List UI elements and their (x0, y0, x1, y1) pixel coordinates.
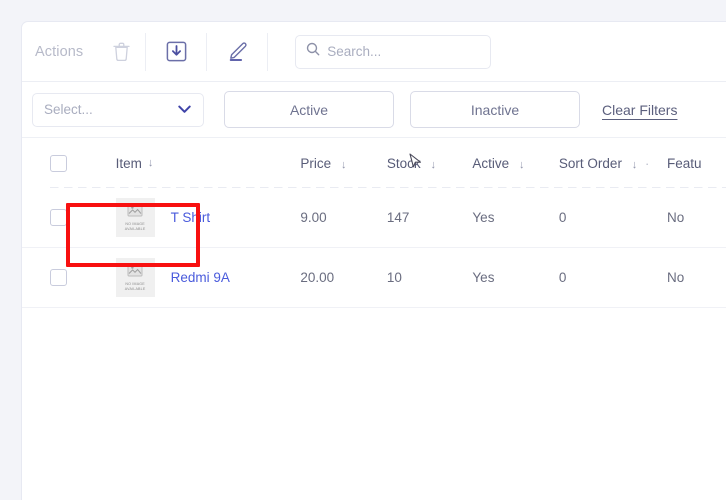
column-header-price[interactable]: Price ↓ (300, 156, 387, 171)
column-label: Price (300, 155, 332, 171)
row-price: 20.00 (300, 270, 335, 285)
row-stock: 10 (386, 270, 402, 285)
thumbnail-placeholder-text: NO IMAGE AVAILABLE (124, 282, 146, 291)
row-checkbox[interactable] (50, 209, 67, 226)
products-card: Actions Search... Select... Active Inact… (22, 22, 726, 500)
download-box-icon (166, 41, 187, 62)
column-header-item[interactable]: Item ↓ (72, 156, 301, 171)
pencil-icon (226, 41, 248, 62)
row-checkbox[interactable] (50, 269, 67, 286)
column-separator-dot: · (644, 155, 650, 171)
clear-filters-link[interactable]: Clear Filters (602, 102, 677, 118)
product-name-link[interactable]: Redmi 9A (171, 270, 230, 285)
actions-label: Actions (35, 43, 84, 60)
products-table: Item ↓ Price ↓ Stock ↓ Active ↓ Sort Ord… (22, 138, 726, 308)
search-container (268, 34, 505, 69)
table-row[interactable]: NO IMAGE AVAILABLE Redmi 9A 20.00 10 Yes… (22, 248, 726, 308)
column-header-sort-order[interactable]: Sort Order ↓ · (559, 156, 667, 171)
sort-arrow-icon: ↓ (147, 157, 154, 169)
column-header-active[interactable]: Active ↓ (472, 156, 559, 171)
category-select[interactable]: Select... (32, 92, 204, 127)
row-price: 9.00 (300, 210, 327, 225)
filter-bar: Select... Active Inactive Clear Filters (22, 82, 726, 138)
row-active: Yes (472, 270, 495, 285)
broken-image-icon (127, 263, 143, 280)
product-thumbnail: NO IMAGE AVAILABLE (115, 198, 155, 237)
broken-image-icon (127, 203, 143, 220)
row-select-cell (22, 269, 72, 286)
table-header-row: Item ↓ Price ↓ Stock ↓ Active ↓ Sort Ord… (22, 138, 726, 188)
sort-arrow-icon: ↓ (631, 158, 638, 171)
mouse-pointer-icon (409, 153, 423, 177)
row-active: Yes (472, 210, 495, 225)
sort-arrow-icon: ↓ (518, 158, 525, 171)
thumbnail-placeholder-text: NO IMAGE AVAILABLE (124, 222, 146, 231)
filter-active-button[interactable]: Active (224, 91, 394, 128)
product-thumbnail: NO IMAGE AVAILABLE (115, 258, 155, 297)
row-featured: No (667, 210, 685, 225)
row-item-cell: NO IMAGE AVAILABLE Redmi 9A (72, 258, 301, 297)
search-icon (306, 42, 320, 61)
column-label: Sort Order (558, 155, 622, 171)
column-header-stock[interactable]: Stock ↓ (387, 156, 473, 171)
search-box[interactable] (295, 34, 505, 69)
toolbar: Actions (22, 22, 726, 82)
chevron-down-icon (178, 101, 191, 119)
search-input[interactable] (327, 44, 505, 59)
trash-icon (113, 42, 130, 61)
column-label: Item (115, 155, 142, 171)
row-sort-order: 0 (558, 210, 567, 225)
select-all-checkbox[interactable] (50, 154, 67, 172)
column-label: Active (472, 155, 510, 171)
import-button[interactable] (146, 22, 206, 81)
row-item-cell: NO IMAGE AVAILABLE T Shirt (72, 198, 301, 237)
edit-button[interactable] (207, 22, 267, 81)
sort-arrow-icon: ↓ (430, 158, 436, 171)
category-select-value: Select... (44, 102, 93, 117)
row-select-cell (22, 209, 72, 226)
select-all-cell (22, 154, 72, 172)
column-header-featured[interactable]: Featu (667, 156, 726, 171)
column-label: Featu (667, 155, 702, 171)
filter-inactive-button[interactable]: Inactive (410, 91, 580, 128)
row-stock: 147 (386, 210, 410, 225)
table-row[interactable]: NO IMAGE AVAILABLE T Shirt 9.00 147 Yes … (22, 188, 726, 248)
product-name-link[interactable]: T Shirt (171, 210, 211, 225)
screen: Actions Search... Select... Active Inact… (0, 0, 726, 500)
row-featured: No (667, 270, 685, 285)
sort-arrow-icon: ↓ (340, 158, 347, 171)
row-sort-order: 0 (558, 270, 567, 285)
delete-button[interactable] (97, 22, 145, 81)
